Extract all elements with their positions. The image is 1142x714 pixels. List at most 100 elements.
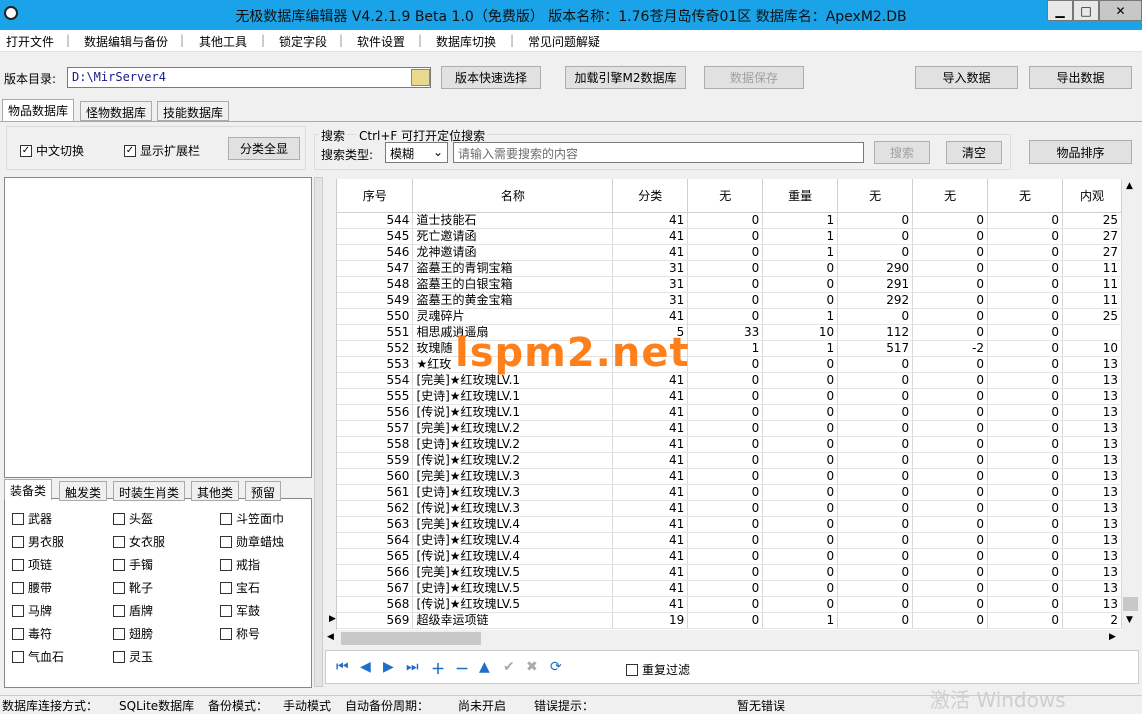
table-cell[interactable]: 0 — [987, 436, 1063, 453]
table-cell[interactable]: 0 — [687, 532, 764, 549]
table-cell[interactable]: 盗墓王的青铜宝箱 — [412, 260, 614, 277]
table-cell[interactable]: 0 — [912, 404, 989, 421]
table-cell[interactable]: 550 — [337, 308, 414, 325]
table-cell[interactable]: 19 — [612, 612, 689, 629]
table-cell[interactable] — [1062, 324, 1122, 341]
table-cell[interactable]: 41 — [612, 516, 689, 533]
table-cell[interactable]: 41 — [612, 228, 689, 245]
table-cell[interactable]: 0 — [987, 468, 1063, 485]
table-cell[interactable]: 0 — [687, 500, 764, 517]
export-button[interactable]: 导出数据 — [1029, 66, 1132, 89]
table-cell[interactable]: 0 — [912, 260, 989, 277]
column-header[interactable]: 无 — [912, 179, 989, 213]
table-cell[interactable]: 554 — [337, 372, 414, 389]
table-cell[interactable]: 0 — [987, 452, 1063, 469]
table-row[interactable]: 548 盗墓王的白银宝箱 31 0 0 291 0 0 11 — [337, 276, 1122, 293]
import-button[interactable]: 导入数据 — [915, 66, 1018, 89]
table-cell[interactable]: 盗墓王的白银宝箱 — [412, 276, 614, 293]
table-cell[interactable]: 0 — [987, 596, 1063, 613]
table-cell[interactable]: 0 — [912, 244, 989, 261]
table-cell[interactable]: 0 — [762, 564, 839, 581]
grid-horizontal-scrollbar[interactable]: ◀ ▶ — [325, 630, 1122, 647]
table-cell[interactable]: [史诗]★红玫瑰LV.2 — [412, 436, 614, 453]
chinese-switch-checkbox[interactable]: ✓ 中文切换 — [20, 142, 84, 159]
table-cell[interactable]: 0 — [687, 580, 764, 597]
table-cell[interactable]: 0 — [762, 436, 839, 453]
table-cell[interactable]: 13 — [1062, 404, 1122, 421]
table-cell[interactable]: 0 — [687, 564, 764, 581]
table-row[interactable]: 555 [史诗]★红玫瑰LV.1 41 0 0 0 0 0 13 — [337, 388, 1122, 405]
table-row[interactable]: 544 道士技能石 41 0 1 0 0 0 25 — [337, 212, 1122, 229]
table-cell[interactable]: 0 — [837, 356, 914, 373]
table-cell[interactable]: [完美]★红玫瑰LV.5 — [412, 564, 614, 581]
table-cell[interactable]: 0 — [687, 212, 764, 229]
table-cell[interactable]: [传说]★红玫瑰LV.3 — [412, 500, 614, 517]
category-checkbox[interactable]: 翅膀 — [113, 625, 153, 642]
column-header[interactable]: 序号 — [337, 179, 414, 213]
refresh-icon[interactable]: ⟳ — [550, 659, 562, 675]
table-cell[interactable]: 0 — [912, 228, 989, 245]
table-cell[interactable]: 544 — [337, 212, 414, 229]
tab-equipment[interactable]: 装备类 — [4, 479, 53, 500]
table-cell[interactable]: 0 — [912, 612, 989, 629]
dup-filter-checkbox[interactable]: 重复过滤 — [626, 661, 690, 678]
tab-trigger[interactable]: 触发类 — [59, 481, 108, 501]
table-cell[interactable]: 556 — [337, 404, 414, 421]
table-cell[interactable]: 0 — [987, 212, 1063, 229]
table-row[interactable]: 569 超级幸运项链 19 0 1 0 0 0 2 — [337, 612, 1122, 629]
table-cell[interactable]: 1 — [762, 228, 839, 245]
prev-icon[interactable]: ◀ — [360, 659, 371, 675]
table-cell[interactable]: 565 — [337, 548, 414, 565]
table-cell[interactable]: 0 — [837, 212, 914, 229]
table-cell[interactable]: [史诗]★红玫瑰LV.1 — [412, 388, 614, 405]
menu-open-file[interactable]: 打开文件 — [6, 33, 54, 50]
table-cell[interactable]: 1 — [762, 244, 839, 261]
table-cell[interactable]: 41 — [612, 308, 689, 325]
maximize-button[interactable]: □ — [1073, 0, 1099, 21]
table-cell[interactable]: 13 — [1062, 420, 1122, 437]
items-grid[interactable]: 序号 名称 分类无重量无无无内观 544 道士技能石 41 0 1 0 0 0 25 545 死亡邀请函… — [337, 179, 1122, 630]
category-checkbox[interactable]: 马牌 — [12, 602, 52, 619]
category-checkbox[interactable]: 灵玉 — [113, 648, 153, 665]
table-cell[interactable]: 0 — [912, 564, 989, 581]
table-cell[interactable]: 盗墓王的黄金宝箱 — [412, 292, 614, 309]
table-cell[interactable]: [完美]★红玫瑰LV.2 — [412, 420, 614, 437]
table-cell[interactable]: 41 — [612, 564, 689, 581]
table-row[interactable]: 568 [传说]★红玫瑰LV.5 41 0 0 0 0 0 13 — [337, 596, 1122, 613]
table-cell[interactable]: 13 — [1062, 452, 1122, 469]
table-cell[interactable]: 0 — [837, 532, 914, 549]
table-row[interactable]: 557 [完美]★红玫瑰LV.2 41 0 0 0 0 0 13 — [337, 420, 1122, 437]
table-cell[interactable]: 0 — [762, 292, 839, 309]
table-cell[interactable]: 0 — [687, 388, 764, 405]
table-cell[interactable]: 0 — [687, 612, 764, 629]
table-cell[interactable]: 13 — [1062, 596, 1122, 613]
table-cell[interactable]: 561 — [337, 484, 414, 501]
table-cell[interactable]: [传说]★红玫瑰LV.4 — [412, 548, 614, 565]
table-row[interactable]: 550 灵魂碎片 41 0 1 0 0 0 25 — [337, 308, 1122, 325]
table-cell[interactable]: 0 — [687, 484, 764, 501]
table-cell[interactable]: 0 — [837, 468, 914, 485]
category-checkbox[interactable]: 武器 — [12, 510, 52, 527]
table-cell[interactable]: 0 — [912, 436, 989, 453]
table-cell[interactable]: 0 — [837, 596, 914, 613]
table-cell[interactable]: 559 — [337, 452, 414, 469]
table-cell[interactable]: 0 — [837, 484, 914, 501]
table-cell[interactable]: 555 — [337, 388, 414, 405]
column-header[interactable]: 重量 — [762, 179, 839, 213]
category-checkbox[interactable]: 项链 — [12, 556, 52, 573]
table-cell[interactable]: 0 — [687, 228, 764, 245]
category-checkbox[interactable]: 勋章蜡烛 — [220, 533, 284, 550]
scroll-down-icon[interactable]: ▼ — [1126, 615, 1133, 625]
table-cell[interactable]: -2 — [912, 340, 989, 357]
table-cell[interactable]: 0 — [912, 548, 989, 565]
table-cell[interactable]: 41 — [612, 388, 689, 405]
tab-other[interactable]: 其他类 — [191, 481, 240, 501]
table-cell[interactable]: 549 — [337, 292, 414, 309]
table-cell[interactable]: 13 — [1062, 436, 1122, 453]
table-cell[interactable]: 13 — [1062, 564, 1122, 581]
table-cell[interactable]: 0 — [912, 596, 989, 613]
table-cell[interactable]: 0 — [762, 548, 839, 565]
close-button[interactable]: ✕ — [1099, 0, 1142, 21]
table-cell[interactable]: 0 — [912, 212, 989, 229]
hscroll-thumb[interactable] — [341, 632, 481, 645]
